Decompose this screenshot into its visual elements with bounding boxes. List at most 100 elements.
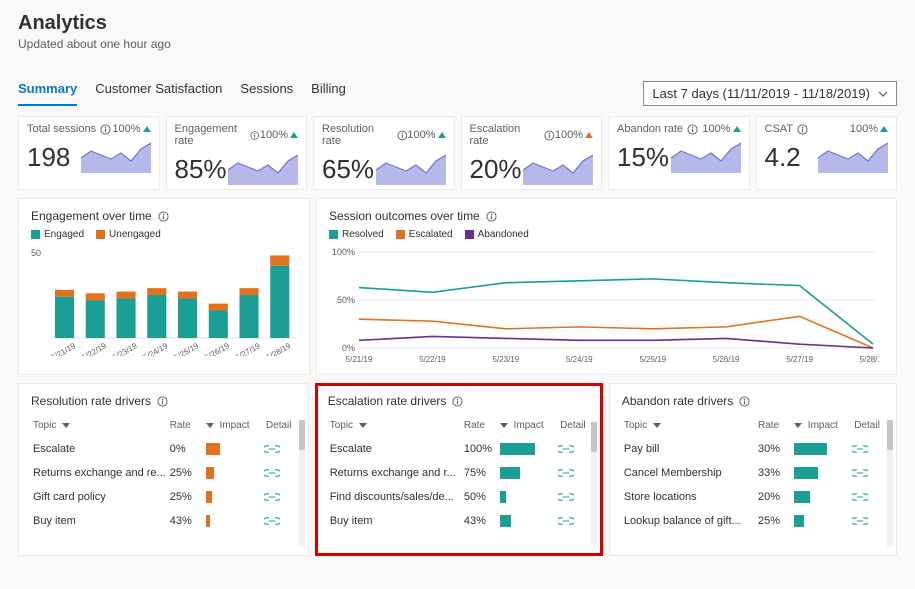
tab-summary[interactable]: Summary <box>18 75 77 106</box>
table-row: Cancel Membership33% <box>622 461 884 485</box>
link-icon <box>852 492 868 502</box>
card-title: Session outcomes over time <box>329 209 480 223</box>
topic-cell[interactable]: Lookup balance of gift... <box>622 515 756 527</box>
svg-text:5/26/19: 5/26/19 <box>203 341 231 356</box>
info-icon[interactable] <box>397 130 408 141</box>
info-icon[interactable] <box>797 124 808 135</box>
topic-cell[interactable]: Returns exchange and re... <box>31 467 168 479</box>
topic-cell[interactable]: Buy item <box>31 515 168 527</box>
kpi-card: Total sessions100%198 <box>18 116 160 190</box>
trend-up-icon <box>733 126 741 132</box>
table-header: Topic Rate ImpactDetail <box>328 414 590 437</box>
col-impact[interactable]: Impact <box>498 420 556 431</box>
table-header: Topic Rate ImpactDetail <box>622 414 884 437</box>
kpi-label: Escalation rate <box>470 123 541 147</box>
kpi-card: Engagement rate100%85% <box>166 116 308 190</box>
col-detail: Detail <box>556 420 590 431</box>
table-row: Pay bill30% <box>622 437 884 461</box>
detail-link[interactable] <box>556 516 590 526</box>
legend-engaged: Engaged <box>44 229 84 240</box>
topic-cell[interactable]: Buy item <box>328 515 462 527</box>
col-topic[interactable]: Topic <box>622 420 756 431</box>
info-icon[interactable] <box>452 396 463 407</box>
table-row: Returns exchange and r...75% <box>328 461 590 485</box>
info-icon[interactable] <box>158 211 169 222</box>
kpi-delta: 100% <box>555 129 583 141</box>
topic-cell[interactable]: Pay bill <box>622 443 756 455</box>
svg-text:5/23/19: 5/23/19 <box>111 341 139 356</box>
outcomes-line-chart: 0%50%100%5/21/195/22/195/23/195/24/195/2… <box>329 246 879 364</box>
detail-link[interactable] <box>850 444 884 454</box>
info-icon[interactable] <box>687 124 698 135</box>
legend-resolved: Resolved <box>342 229 384 240</box>
kpi-delta: 100% <box>702 123 730 135</box>
col-impact[interactable]: Impact <box>792 420 850 431</box>
topic-cell[interactable]: Escalate <box>328 443 462 455</box>
rate-cell: 25% <box>168 467 204 479</box>
impact-cell <box>498 443 556 455</box>
info-icon[interactable] <box>486 211 497 222</box>
impact-cell <box>792 491 850 503</box>
rate-cell: 75% <box>462 467 498 479</box>
info-icon[interactable] <box>100 124 111 135</box>
sparkline-chart <box>671 139 741 173</box>
page-subtitle: Updated about one hour ago <box>18 37 897 51</box>
svg-text:5/21/19: 5/21/19 <box>346 355 373 364</box>
detail-link[interactable] <box>262 492 296 502</box>
col-impact[interactable]: Impact <box>204 420 262 431</box>
rate-cell: 30% <box>756 443 792 455</box>
tab-billing[interactable]: Billing <box>311 75 346 106</box>
info-icon[interactable] <box>544 130 555 141</box>
topic-cell[interactable]: Returns exchange and r... <box>328 467 462 479</box>
sort-down-icon <box>359 423 367 428</box>
col-topic[interactable]: Topic <box>328 420 462 431</box>
topic-cell[interactable]: Escalate <box>31 443 168 455</box>
tab-customer-satisfaction[interactable]: Customer Satisfaction <box>95 75 222 106</box>
detail-link[interactable] <box>556 492 590 502</box>
info-icon[interactable] <box>739 396 750 407</box>
table-row: Buy item43% <box>328 509 590 533</box>
info-icon[interactable] <box>250 130 259 141</box>
scrollbar[interactable] <box>887 420 893 547</box>
detail-link[interactable] <box>556 444 590 454</box>
sparkline-chart <box>228 151 298 185</box>
kpi-card: Escalation rate 100% 20% <box>461 116 603 190</box>
scrollbar[interactable] <box>591 422 597 545</box>
link-icon <box>852 444 868 454</box>
table-row: Lookup balance of gift...25% <box>622 509 884 533</box>
info-icon[interactable] <box>157 396 168 407</box>
link-icon <box>852 468 868 478</box>
detail-link[interactable] <box>262 444 296 454</box>
col-topic[interactable]: Topic <box>31 420 168 431</box>
svg-text:5/23/19: 5/23/19 <box>493 355 520 364</box>
engagement-over-time-card: Engagement over time Engaged Unengaged 5… <box>18 198 310 375</box>
svg-text:5/25/19: 5/25/19 <box>639 355 666 364</box>
table-row: Find discounts/sales/de...50% <box>328 485 590 509</box>
table-row: Returns exchange and re...25% <box>31 461 296 485</box>
link-icon <box>264 492 280 502</box>
scrollbar[interactable] <box>299 420 305 547</box>
impact-cell <box>498 515 556 527</box>
col-rate[interactable]: Rate <box>756 420 792 431</box>
topic-cell[interactable]: Cancel Membership <box>622 467 756 479</box>
detail-link[interactable] <box>850 468 884 478</box>
link-icon <box>264 444 280 454</box>
col-rate[interactable]: Rate <box>462 420 498 431</box>
tab-sessions[interactable]: Sessions <box>240 75 293 106</box>
sparkline-chart <box>523 151 593 185</box>
date-range-picker[interactable]: Last 7 days (11/11/2019 - 11/18/2019) <box>643 81 897 106</box>
detail-link[interactable] <box>556 468 590 478</box>
detail-link[interactable] <box>262 468 296 478</box>
kpi-value: 20% <box>470 154 522 185</box>
kpi-delta: 100% <box>850 123 878 135</box>
detail-link[interactable] <box>850 516 884 526</box>
kpi-label: CSAT <box>765 123 794 135</box>
col-rate[interactable]: Rate <box>168 420 204 431</box>
detail-link[interactable] <box>850 492 884 502</box>
sort-down-icon <box>206 423 214 428</box>
detail-link[interactable] <box>262 516 296 526</box>
impact-cell <box>204 443 262 455</box>
topic-cell[interactable]: Find discounts/sales/de... <box>328 491 462 503</box>
topic-cell[interactable]: Gift card policy <box>31 491 168 503</box>
topic-cell[interactable]: Store locations <box>622 491 756 503</box>
